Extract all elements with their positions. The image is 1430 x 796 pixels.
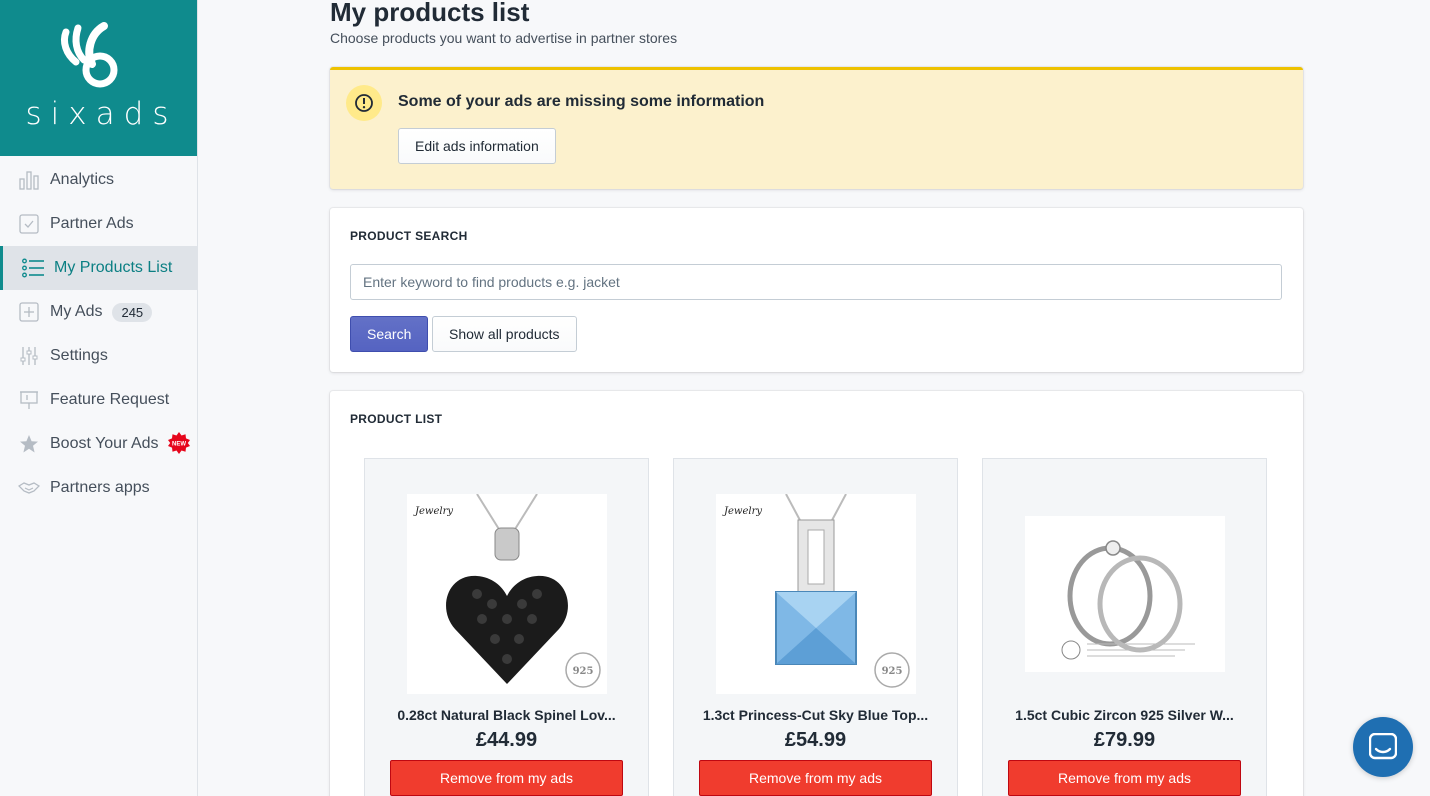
svg-text:925: 925	[573, 666, 594, 677]
sidebar-nav: Analytics Partner Ads My Products List M…	[0, 156, 197, 510]
sidebar-item-my-ads[interactable]: My Ads 245	[0, 290, 197, 334]
product-price: £54.99	[784, 729, 847, 751]
product-list-title: PRODUCT LIST	[350, 412, 443, 426]
sidebar-item-settings[interactable]: Settings	[0, 334, 197, 378]
sidebar-item-label: Settings	[50, 347, 108, 364]
sidebar-item-label: Analytics	[50, 171, 115, 188]
sidebar-item-label: Feature Request	[50, 391, 170, 408]
svg-text:Jewelry: Jewelry	[413, 506, 453, 517]
product-name: 1.3ct Princess-Cut Sky Blue Top...	[702, 707, 929, 723]
plus-square-icon	[18, 301, 40, 323]
sidebar-item-label: Partners apps	[50, 479, 150, 496]
warning-icon	[346, 85, 382, 121]
checkbox-icon	[18, 213, 40, 235]
remove-from-my-ads-button[interactable]: Remove from my ads	[699, 760, 932, 796]
my-ads-count-badge: 245	[112, 302, 153, 322]
search-input[interactable]	[350, 264, 1282, 300]
chat-icon	[1369, 733, 1397, 760]
blue-topaz-pendant-image: Jewelry 925	[722, 493, 910, 688]
page-subtitle: Choose products you want to advertise in…	[330, 30, 678, 46]
product-search-card: PRODUCT SEARCH Search Show all products	[330, 208, 1303, 372]
show-all-products-button[interactable]: Show all products	[432, 316, 577, 352]
sidebar-item-partners-apps[interactable]: Partners apps	[0, 466, 197, 510]
sidebar-item-analytics[interactable]: Analytics	[0, 158, 197, 202]
product-name: 1.5ct Cubic Zircon 925 Silver W...	[1015, 707, 1234, 723]
product-image[interactable]	[1025, 516, 1225, 672]
star-icon	[18, 433, 40, 455]
brand-name: sixads	[25, 96, 178, 132]
svg-text:Jewelry: Jewelry	[722, 506, 762, 517]
product-card: Jewelry 925 1.3ct Princess-Cut Sky Blue …	[673, 458, 958, 796]
sidebar-item-label: Boost Your Ads	[50, 435, 159, 452]
missing-info-banner: Some of your ads are missing some inform…	[330, 67, 1303, 189]
remove-from-my-ads-button[interactable]: Remove from my ads	[390, 760, 623, 796]
search-button[interactable]: Search	[350, 316, 429, 352]
product-image[interactable]: Jewelry 925	[407, 493, 607, 694]
bar-chart-icon	[18, 169, 40, 191]
chat-launcher-button[interactable]	[1353, 717, 1413, 777]
product-list-card: PRODUCT LIST Jewelry 925 0.28ct Natural …	[330, 391, 1303, 796]
sliders-icon	[18, 345, 40, 367]
svg-text:925: 925	[882, 666, 903, 677]
list-icon	[22, 257, 44, 279]
sidebar-item-label: My Ads	[50, 303, 103, 320]
sidebar-item-partner-ads[interactable]: Partner Ads	[0, 202, 197, 246]
product-price: £44.99	[475, 729, 538, 751]
sixads-logo[interactable]: sixads	[0, 0, 197, 156]
sidebar-item-label: My Products List	[54, 259, 173, 276]
handshake-icon	[18, 477, 40, 499]
sidebar-item-my-products-list[interactable]: My Products List	[0, 246, 197, 290]
new-badge-icon: NEW	[168, 432, 190, 454]
product-search-title: PRODUCT SEARCH	[350, 229, 468, 243]
presentation-icon	[18, 389, 40, 411]
product-image[interactable]: Jewelry 925	[716, 493, 916, 694]
product-price: £79.99	[1093, 729, 1156, 751]
black-heart-pendant-image: Jewelry 925	[413, 493, 601, 688]
main-content: My products list Choose products you wan…	[330, 0, 1303, 796]
sidebar-item-label: Partner Ads	[50, 215, 134, 232]
new-badge-label: NEW	[172, 442, 186, 448]
product-card: Jewelry 925 0.28ct Natural Black Spinel …	[364, 458, 649, 796]
remove-from-my-ads-button[interactable]: Remove from my ads	[1008, 760, 1241, 796]
page-title: My products list	[330, 0, 530, 27]
sixads-logo-icon	[60, 22, 118, 88]
sidebar: sixads Analytics Partner Ads My Products…	[0, 0, 198, 796]
silver-ring-set-image	[1061, 540, 1195, 660]
product-name: 0.28ct Natural Black Spinel Lov...	[397, 707, 616, 723]
product-card: 1.5ct Cubic Zircon 925 Silver W... £79.9…	[982, 458, 1267, 796]
sidebar-item-feature-request[interactable]: Feature Request	[0, 378, 197, 422]
banner-title: Some of your ads are missing some inform…	[398, 93, 765, 110]
edit-ads-information-button[interactable]: Edit ads information	[398, 128, 556, 164]
